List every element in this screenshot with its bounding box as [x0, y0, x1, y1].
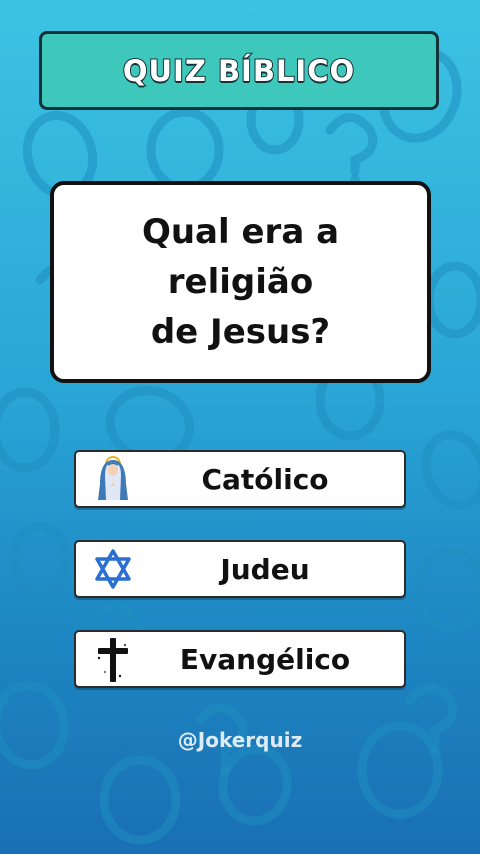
answer-option-evangelico[interactable]: Evangélico [74, 630, 406, 688]
channel-handle: @Jokerquiz [177, 728, 303, 752]
answer-option-judeu[interactable]: Judeu [74, 540, 406, 598]
answer-option-label: Evangélico [179, 642, 351, 676]
virgin-mary-icon [98, 456, 128, 500]
cross-icon [97, 638, 128, 682]
question-text: Qual era a religião de Jesus? [54, 207, 427, 357]
title-banner: QUIZ BÍBLICO [39, 31, 439, 110]
answer-option-label: Católico [201, 462, 329, 496]
question-line-1: Qual era a religião [141, 212, 340, 302]
answer-option-catolico[interactable]: Católico [74, 450, 406, 508]
background-pattern [0, 47, 480, 845]
answer-option-label: Judeu [220, 552, 310, 586]
question-card: Qual era a religião de Jesus? [50, 181, 431, 383]
question-line-2: de Jesus? [150, 312, 331, 352]
star-of-david-icon [95, 549, 131, 589]
page-title: QUIZ BÍBLICO [122, 53, 356, 89]
